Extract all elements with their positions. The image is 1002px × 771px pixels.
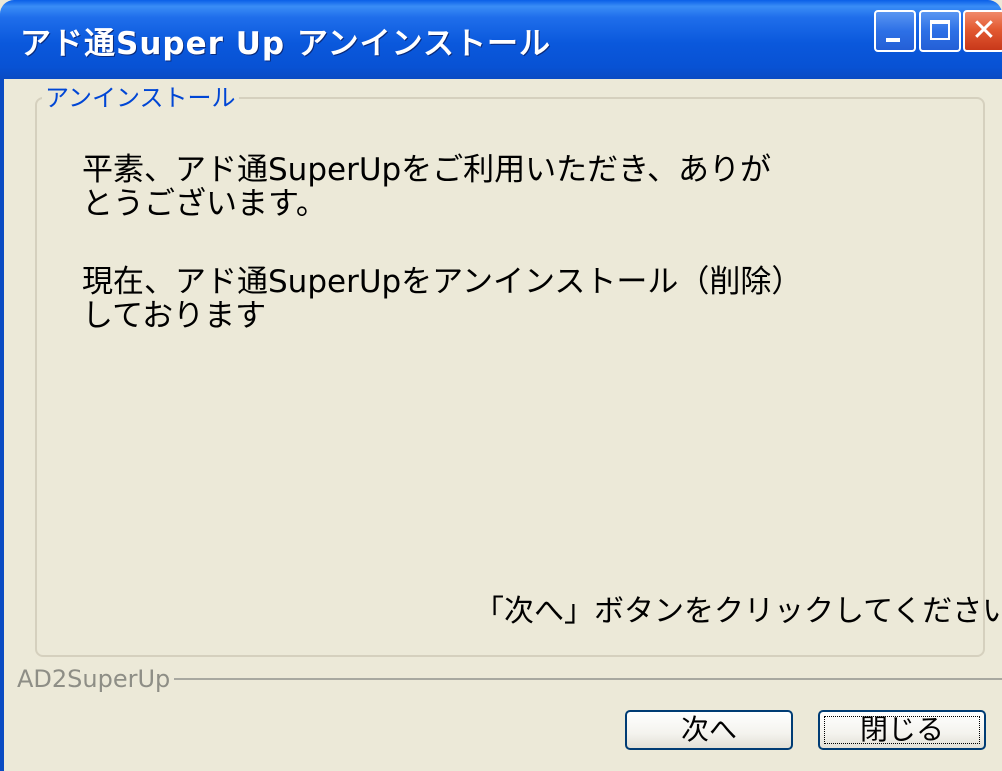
uninstall-dialog: アド通Super Up アンインストール ✕ アンインストール 平素、アド通Su… [0, 0, 1002, 771]
thank-you-message: 平素、アド通SuperUpをご利用いただき、ありがとうございます。 [82, 152, 772, 222]
footer-brand-label: AD2SuperUp [17, 665, 175, 693]
close-button[interactable]: 閉じる [818, 710, 986, 750]
next-instruction-text: 「次へ」ボタンをクリックしてください。 [474, 594, 1002, 629]
focus-ring [824, 716, 980, 744]
maximize-button[interactable] [919, 10, 961, 52]
close-icon: ✕ [971, 13, 997, 48]
groupbox-legend: アンインストール [42, 83, 239, 113]
uninstall-status-message: 現在、アド通SuperUpをアンインストール（削除）しております [82, 264, 787, 334]
next-button[interactable]: 次へ [625, 710, 793, 750]
minimize-icon [886, 38, 900, 42]
close-window-button[interactable]: ✕ [963, 10, 1002, 52]
minimize-button[interactable] [874, 10, 916, 52]
next-button-label: 次へ [680, 713, 737, 746]
window-title: アド通Super Up アンインストール [20, 26, 551, 62]
footer-divider [170, 678, 1002, 680]
title-bar[interactable]: アド通Super Up アンインストール ✕ [0, 0, 1002, 79]
maximize-icon [930, 20, 950, 40]
